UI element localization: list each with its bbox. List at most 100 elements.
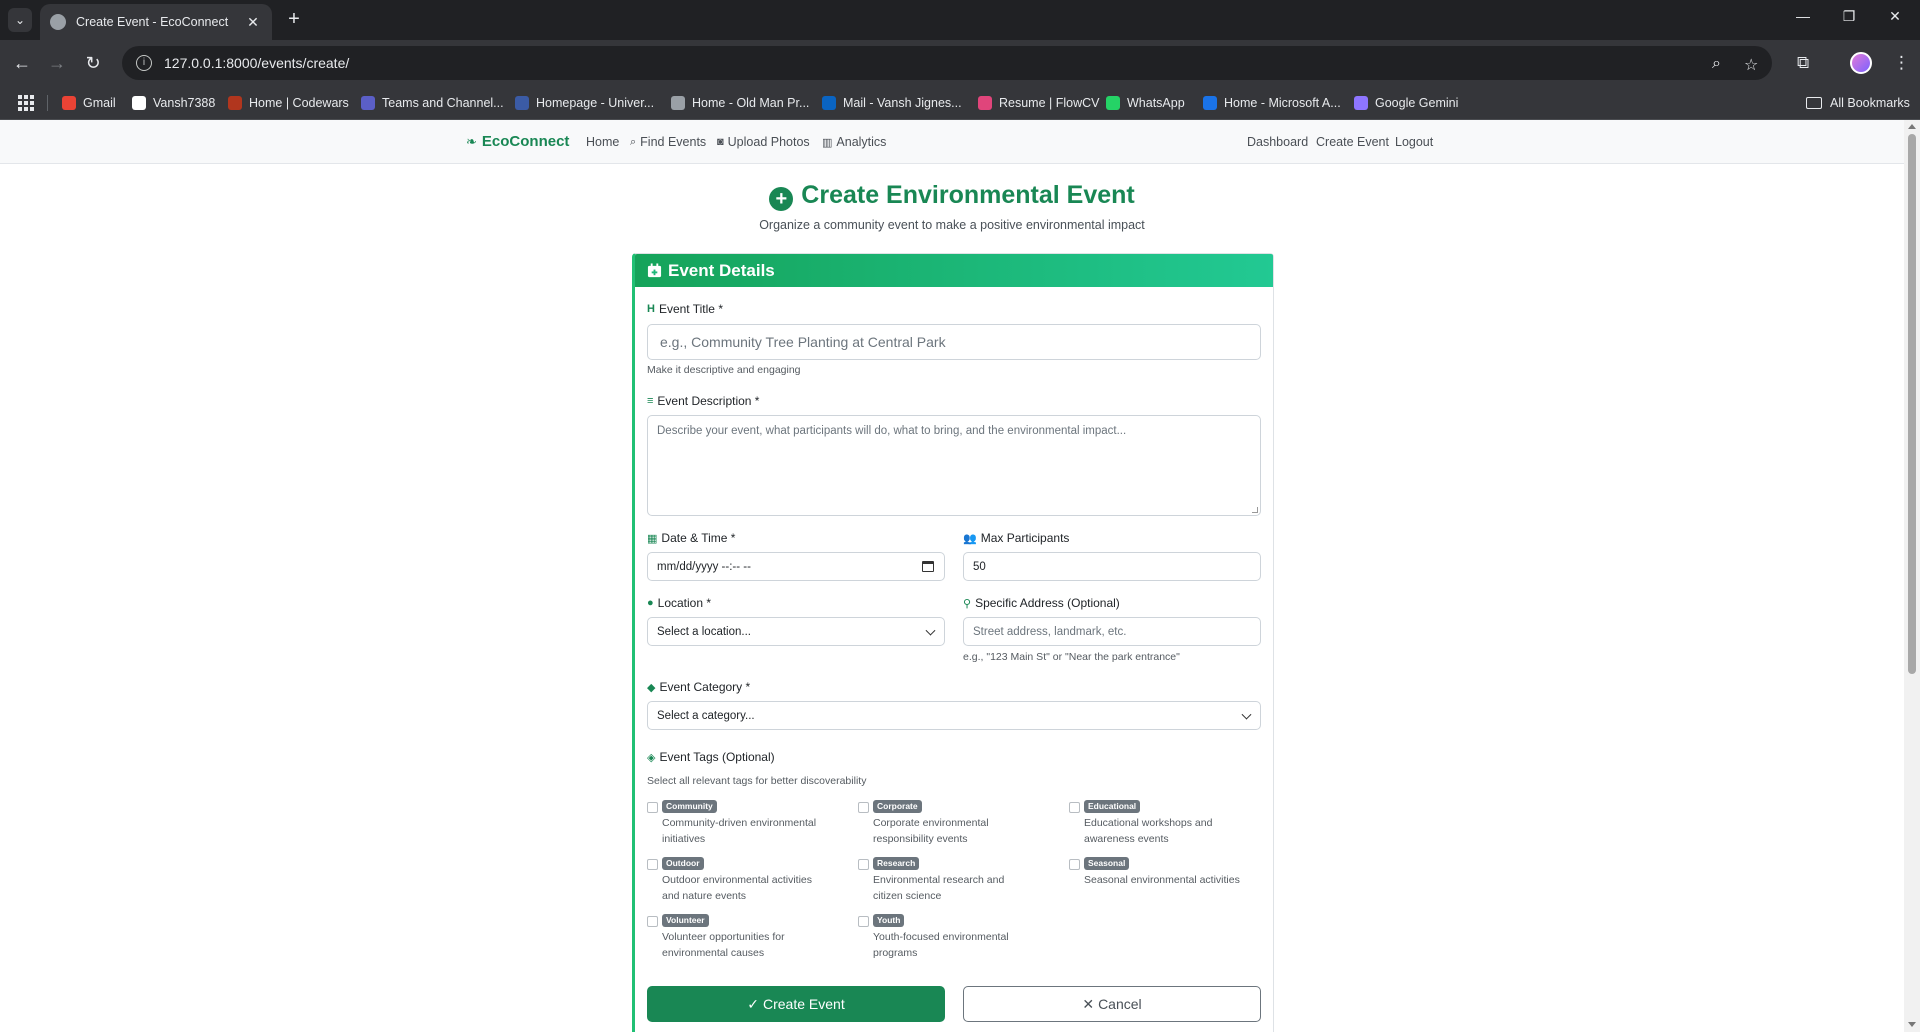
profile-avatar[interactable] [1850,52,1872,74]
event-title-input[interactable]: e.g., Community Tree Planting at Central… [647,324,1261,360]
scroll-up-arrow[interactable] [1908,124,1916,129]
nav-dashboard[interactable]: Dashboard [1247,135,1308,149]
tab-search-button[interactable]: ⌄ [8,8,32,32]
url-text[interactable]: 127.0.0.1:8000/events/create/ [164,55,349,71]
tag-description: Youth-focused environmental programs [873,931,1009,959]
bookmarks-divider [47,95,48,111]
nav-create-event[interactable]: Create Event [1316,135,1389,149]
category-select[interactable]: Select a category... [647,701,1261,730]
azure-icon [1203,96,1217,110]
address-bar[interactable]: i 127.0.0.1:8000/events/create/ ⌕ ☆ [122,46,1772,80]
page-title: + Create Environmental Event [0,181,1904,211]
nav-home-label: Home [586,135,620,149]
bookmark-item[interactable]: Teams and Channel... [361,94,504,112]
tag-checkbox[interactable] [1069,802,1080,813]
scroll-down-arrow[interactable] [1908,1022,1916,1027]
nav-upload-photos-label: Upload Photos [727,135,810,149]
bookmark-item[interactable]: Vansh7388 [132,94,215,112]
bookmark-label: Home - Old Man Pr... [692,96,810,110]
address-input[interactable]: Street address, landmark, etc. [963,617,1261,646]
brand-name: EcoConnect [481,133,570,150]
all-bookmarks-button[interactable]: All Bookmarks [1806,94,1910,112]
chevron-down-icon [925,625,936,636]
reload-button[interactable]: ↻ [81,51,105,75]
datetime-label-text: Date & Time * [661,531,736,545]
bookmark-item[interactable]: WhatsApp [1106,94,1185,112]
browser-tab[interactable]: Create Event - EcoConnect ✕ [40,4,272,40]
minimize-button[interactable]: — [1788,8,1818,24]
scrollbar-thumb[interactable] [1908,134,1916,674]
bookmark-item[interactable]: Google Gemini [1354,94,1458,112]
restore-button[interactable]: ❐ [1834,8,1864,25]
resize-handle[interactable] [1252,507,1258,513]
tags-help: Select all relevant tags for better disc… [647,775,867,787]
close-tab-icon[interactable]: ✕ [244,14,262,31]
bookmark-item[interactable]: Home | Codewars [228,94,349,112]
bookmark-item[interactable]: Gmail [62,94,116,112]
nav-find-events[interactable]: ⌕ Find Events [630,135,706,149]
event-description-textarea[interactable]: Describe your event, what participants w… [647,415,1261,516]
apps-grid-icon[interactable] [18,95,34,111]
tag-checkbox[interactable] [1069,859,1080,870]
bookmark-item[interactable]: Home - Microsoft A... [1203,94,1341,112]
category-label: ◆ Event Category * [647,680,750,694]
nav-analytics[interactable]: ▥ Analytics [822,135,886,149]
tag-checkbox[interactable] [647,802,658,813]
tag-description: Corporate environmental responsibility e… [873,817,989,845]
location-select[interactable]: Select a location... [647,617,945,646]
bookmark-item[interactable]: Resume | FlowCV [978,94,1100,112]
event-title-label-text: Event Title * [658,302,723,316]
bookmark-item[interactable]: Homepage - Univer... [515,94,654,112]
folder-icon [1806,97,1822,109]
gemini-icon [1354,96,1368,110]
forward-button[interactable]: → [45,51,69,75]
map-pin-icon: ⚲ [963,597,972,610]
plus-circle-icon: + [769,187,794,211]
globe-icon [50,14,66,30]
tag-checkbox[interactable] [647,859,658,870]
github-icon [132,96,146,110]
bookmark-label: Vansh7388 [153,96,216,110]
tag-checkbox[interactable] [647,916,658,927]
align-left-icon: ≡ [647,395,654,407]
page-scrollbar[interactable] [1904,120,1920,1032]
tag-checkbox[interactable] [858,916,869,927]
new-tab-button[interactable]: + [282,8,306,30]
camera-icon: ◙ [717,136,724,148]
card-header-title: Event Details [668,260,775,280]
brand-link[interactable]: ❧ EcoConnect [466,133,569,150]
bookmark-star-icon[interactable]: ☆ [1744,55,1758,75]
bookmark-label: Mail - Vansh Jignes... [843,96,962,110]
max-participants-input[interactable]: 50 [963,552,1261,581]
bookmark-item[interactable]: Mail - Vansh Jignes... [822,94,962,112]
address-label: ⚲ Specific Address (Optional) [963,596,1120,610]
calendar-icon: ▦ [647,532,658,545]
bookmark-label: Home | Codewars [249,96,349,110]
check-icon: ✓ [747,995,759,1012]
zoom-icon[interactable]: ⌕ [1712,55,1721,73]
datetime-input[interactable]: mm/dd/yyyy --:-- -- [647,552,945,581]
calendar-plus-icon [647,263,662,278]
chart-icon: ▥ [822,136,833,149]
nav-upload-photos[interactable]: ◙ Upload Photos [717,135,810,149]
extensions-icon[interactable]: ⧉ [1797,53,1809,73]
bookmark-label: Home - Microsoft A... [1224,96,1341,110]
menu-dots-icon[interactable]: ⋮ [1893,53,1910,73]
tag-description: Outdoor environmental activities and nat… [662,874,812,902]
tag-checkbox[interactable] [858,802,869,813]
browser-toolbar: ← → ↻ i 127.0.0.1:8000/events/create/ ⌕ … [0,40,1920,86]
search-icon: ⌕ [630,135,637,148]
calendar-picker-icon[interactable] [922,561,934,572]
nav-home[interactable]: Home [586,135,619,149]
max-participants-label-text: Max Participants [980,531,1070,545]
nav-logout[interactable]: Logout [1395,135,1433,149]
leaf-icon: ❧ [466,133,477,149]
create-event-button[interactable]: ✓ Create Event [647,986,945,1022]
site-info-icon[interactable]: i [136,55,152,71]
tag-checkbox[interactable] [858,859,869,870]
back-button[interactable]: ← [10,51,34,75]
close-window-button[interactable]: ✕ [1880,8,1910,25]
bookmark-item[interactable]: Home - Old Man Pr... [671,94,809,112]
whatsapp-icon [1106,96,1120,110]
cancel-button[interactable]: ✕ Cancel [963,986,1261,1022]
